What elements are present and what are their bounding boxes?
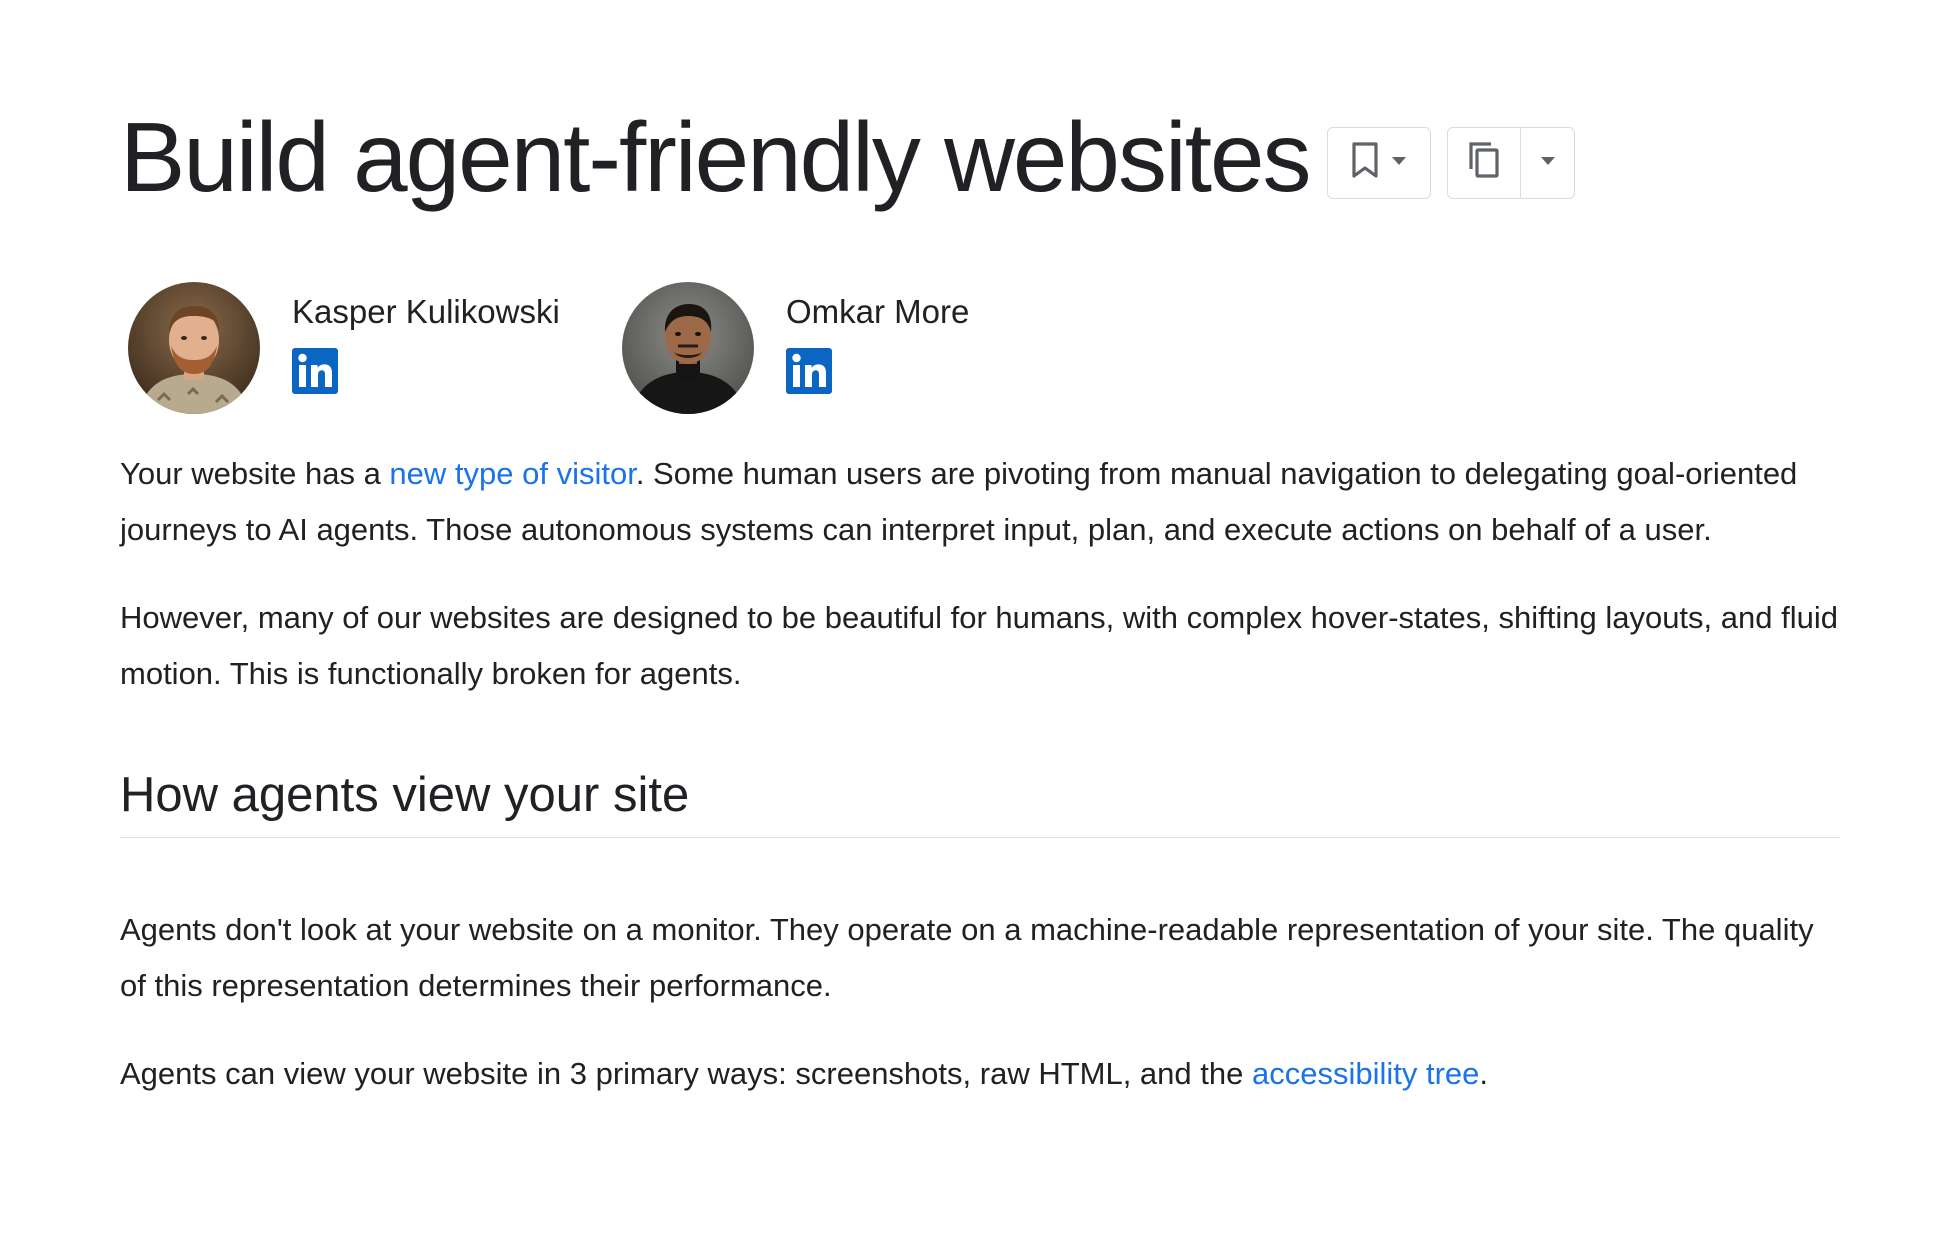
author-info: Omkar More [786, 282, 969, 394]
author-name: Omkar More [786, 293, 970, 330]
bookmark-button[interactable] [1328, 128, 1430, 198]
section-heading: How agents view your site [120, 766, 1840, 838]
author-card: Kasper Kulikowski [128, 282, 622, 414]
accessibility-tree-link[interactable]: accessibility tree [1252, 1056, 1479, 1091]
paragraph-text: Agents can view your website in 3 primar… [120, 1055, 1252, 1091]
avatar [622, 282, 754, 414]
copy-options-dropdown[interactable] [1520, 127, 1574, 198]
avatar [128, 282, 260, 414]
arrow-drop-down-icon [1390, 154, 1408, 172]
article-page: Build agent-friendly websites Kasper Kul… [0, 0, 1946, 1258]
title-row: Build agent-friendly websites [120, 102, 1576, 212]
page-title: Build agent-friendly websites [120, 102, 1311, 212]
intro-paragraph: Your website has a new type of visitor. … [120, 446, 1840, 558]
paragraph-text: . [1479, 1055, 1489, 1091]
section-paragraph: Agents don't look at your website on a m… [120, 911, 1814, 1003]
copy-page-button[interactable] [1448, 128, 1520, 198]
bookmark-button-group [1327, 126, 1432, 199]
author-info: Kasper Kulikowski [292, 282, 560, 394]
intro-paragraph: However, many of our websites are design… [120, 600, 1838, 691]
new-type-of-visitor-link[interactable]: new type of visitor [389, 456, 635, 491]
section-body: Agents don't look at your website on a m… [120, 902, 1840, 1102]
bookmark-icon [1350, 141, 1380, 184]
copy-icon [1467, 141, 1501, 184]
arrow-drop-down-icon [1539, 154, 1557, 172]
author-card: Omkar More [622, 282, 1116, 414]
title-actions [1327, 126, 1576, 199]
section-paragraph: Agents can view your website in 3 primar… [120, 1046, 1840, 1102]
author-name: Kasper Kulikowski [292, 293, 560, 330]
copy-button-group [1447, 126, 1576, 199]
linkedin-icon[interactable] [292, 347, 338, 394]
article-body: Your website has a new type of visitor. … [120, 446, 1840, 1102]
author-list: Kasper Kulikowski Omkar More [128, 282, 1116, 414]
linkedin-icon[interactable] [786, 347, 832, 394]
paragraph-text: Your website has a [120, 456, 390, 491]
